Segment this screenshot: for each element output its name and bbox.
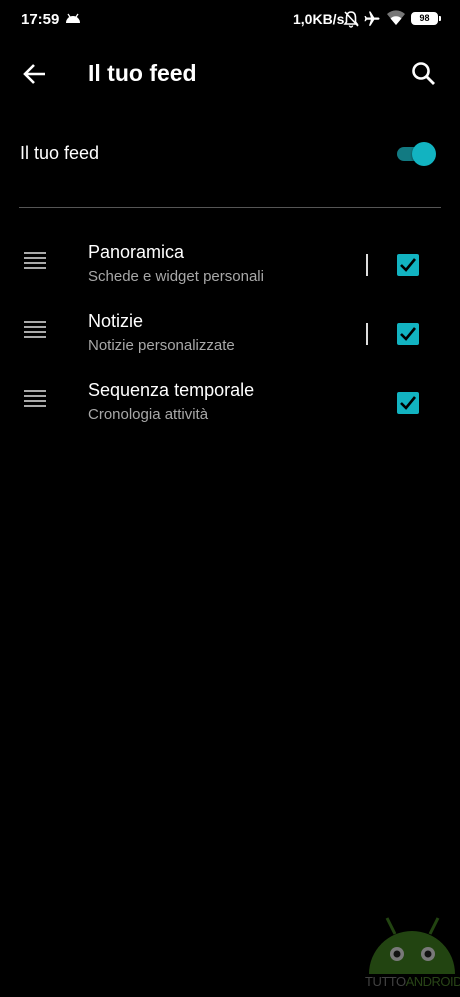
feed-toggle-switch[interactable] [396, 141, 438, 167]
airplane-mode-icon [364, 11, 380, 26]
switch-thumb [412, 142, 436, 166]
drag-handle-icon[interactable] [24, 390, 46, 408]
android-logo-icon [369, 917, 455, 974]
android-notification-icon [66, 13, 80, 23]
arrow-back-icon[interactable] [18, 57, 52, 91]
watermark-logo: TUTTOANDROID [365, 912, 460, 997]
separator-bar [366, 254, 368, 276]
separator-bar [366, 323, 368, 345]
wifi-icon [387, 10, 405, 25]
feed-toggle-label: Il tuo feed [20, 143, 100, 163]
page-title: Il tuo feed [88, 60, 197, 86]
item-title: Sequenza temporale [88, 380, 255, 400]
app-bar: Il tuo feed [0, 45, 460, 105]
watermark-text: TUTTOANDROID [365, 974, 460, 989]
watermark-text-part2: ANDROID [405, 974, 460, 989]
network-speed: 1,0KB/s [293, 11, 345, 27]
list-item-notizie[interactable]: Notizie Notizie personalizzate [0, 311, 460, 377]
battery-indicator: 98 [411, 12, 441, 25]
item-title: Notizie [88, 311, 144, 331]
list-item-sequenza-temporale[interactable]: Sequenza temporale Cronologia attività [0, 380, 460, 446]
item-checkbox[interactable] [397, 323, 419, 345]
item-checkbox[interactable] [397, 254, 419, 276]
drag-handle-icon[interactable] [24, 321, 46, 339]
checkmark-icon [400, 327, 417, 341]
item-subtitle: Notizie personalizzate [88, 337, 235, 354]
checkmark-icon [400, 396, 417, 410]
divider [19, 207, 441, 208]
item-checkbox[interactable] [397, 392, 419, 414]
notifications-off-icon [343, 11, 359, 28]
status-bar: 17:59 1,0KB/s 98 [0, 0, 460, 40]
search-icon[interactable] [408, 58, 440, 90]
watermark-text-part1: TUTTO [365, 974, 406, 989]
status-time: 17:59 [21, 11, 60, 28]
list-item-panoramica[interactable]: Panoramica Schede e widget personali [0, 242, 460, 308]
checkmark-icon [400, 258, 417, 272]
item-subtitle: Cronologia attività [88, 406, 209, 423]
feed-master-toggle-row[interactable]: Il tuo feed [0, 130, 460, 180]
drag-handle-icon[interactable] [24, 252, 46, 270]
item-subtitle: Schede e widget personali [88, 268, 264, 285]
item-title: Panoramica [88, 242, 185, 262]
